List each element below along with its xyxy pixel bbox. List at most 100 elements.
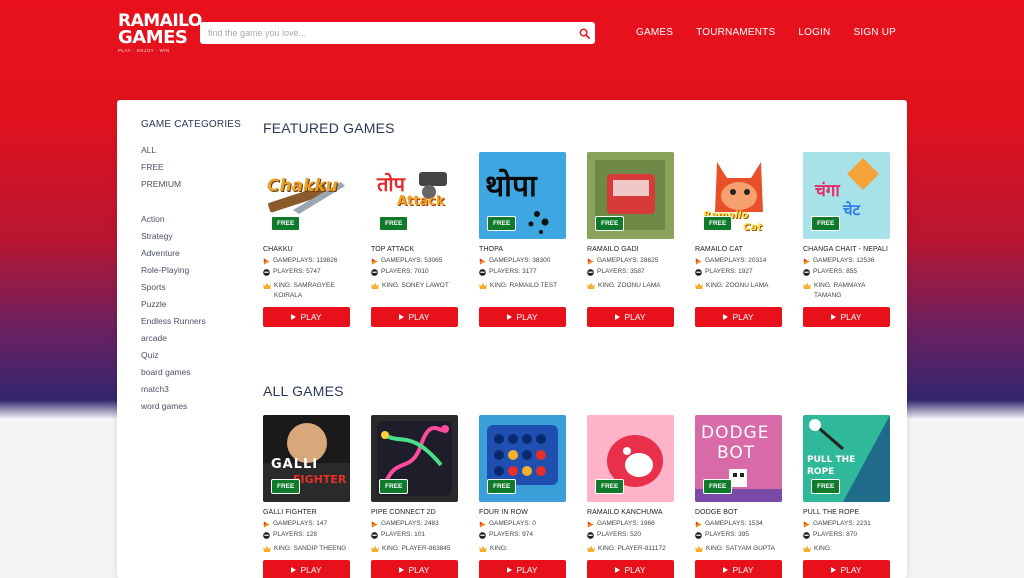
game-thumbnail[interactable]: चंगा चेट FREE [803,152,890,239]
sidebar-item-match3[interactable]: match3 [141,381,251,398]
game-thumbnail[interactable]: FREE [371,415,458,502]
all-games-title: ALL GAMES [263,383,344,399]
play-button[interactable]: PLAY [371,560,458,578]
game-name[interactable]: PULL THE ROPE [803,509,890,518]
play-button[interactable]: PLAY [803,307,890,327]
sidebar-item-word-games[interactable]: word games [141,398,251,415]
game-card[interactable]: FREE RAMAILO KANCHUWA GAMEPLAYS: 1966 PLAYE… [587,415,674,578]
nav-login[interactable]: LOGIN [798,27,830,38]
play-button[interactable]: PLAY [803,560,890,578]
game-thumbnail[interactable]: तोप Attack FREE [371,152,458,239]
game-card[interactable]: FREE RAMAILO GADI GAMEPLAYS: 28625 PLAYERS:… [587,152,674,327]
play-button[interactable]: PLAY [479,307,566,327]
sidebar-title: GAME CATEGORIES [141,119,242,130]
game-thumbnail[interactable]: RamailoCatFREE [695,152,782,239]
game-thumbnail[interactable]: थोपा FREE [479,152,566,239]
sidebar-item-all[interactable]: ALL [141,142,251,159]
nav-games[interactable]: GAMES [636,27,673,38]
game-card[interactable]: RamailoCatFREERAMAILO CATGAMEPLAYS: 2031… [695,152,782,327]
sidebar-item-free[interactable]: FREE [141,159,251,176]
player-icon [479,531,486,539]
play-count-icon [371,257,378,265]
play-icon [831,567,837,573]
play-label: PLAY [624,565,646,575]
nav-tournaments[interactable]: TOURNAMENTS [696,27,775,38]
gameplays-stat: GAMEPLAYS: 1966 [587,519,674,529]
crown-icon [263,546,271,552]
game-card[interactable]: तोप Attack FREE TOP ATTACK GAMEPLAYS: 53065 P… [371,152,458,327]
game-thumbnail[interactable]: DODGE BOT FREE [695,415,782,502]
crown-icon [803,283,811,289]
game-name[interactable]: TOP ATTACK [371,246,458,255]
game-thumbnail[interactable]: FREE [479,415,566,502]
play-button[interactable]: PLAY [695,307,782,327]
sidebar-item-quiz[interactable]: Quiz [141,347,251,364]
game-card[interactable]: FREE FOUR IN ROW GAMEPLAYS: 0 PLAYERS: 974 K… [479,415,566,578]
game-name[interactable]: PIPE CONNECT 2D [371,509,458,518]
sidebar-item-board-games[interactable]: board games [141,364,251,381]
main-nav: GAMES TOURNAMENTS LOGIN SIGN UP [636,27,896,38]
search-button[interactable] [573,22,595,44]
players-stat: PLAYERS: 128 [263,530,350,540]
site-logo[interactable]: RAMAILO GAMES PLAY · ENJOY · WIN [118,13,202,54]
sidebar-item-sports[interactable]: Sports [141,279,251,296]
players-stat: PLAYERS: 1927 [695,267,782,277]
game-card[interactable]: FREE PIPE CONNECT 2D GAMEPLAYS: 2483 PLAYER… [371,415,458,578]
play-button[interactable]: PLAY [371,307,458,327]
game-name[interactable]: RAMAILO CAT [695,246,782,255]
game-name[interactable]: RAMAILO GADI [587,246,674,255]
game-card[interactable]: PULL THE ROPE FREE PULL THE ROPE GAMEPLAYS: … [803,415,890,578]
game-card[interactable]: DODGE BOT FREE DODGE BOT GAMEPLAYS: 1534 PLAY… [695,415,782,578]
game-name[interactable]: CHANGA CHAIT - NEPALI [803,246,890,255]
play-button[interactable]: PLAY [587,307,674,327]
king-stat: KING: RAMAILO TEST [479,281,566,301]
play-button[interactable]: PLAY [587,560,674,578]
free-badge: FREE [595,479,625,494]
sidebar-item-role-playing[interactable]: Role-Playing [141,262,251,279]
game-card[interactable]: थोपा FREE THOPA GAMEPLAYS: 38300 PLAYERS: 31… [479,152,566,327]
free-badge: FREE [811,479,841,494]
nav-signup[interactable]: SIGN UP [853,27,896,38]
sidebar-item-strategy[interactable]: Strategy [141,228,251,245]
game-name[interactable]: CHAKKU [263,246,350,255]
play-button[interactable]: PLAY [479,560,566,578]
play-button[interactable]: PLAY [263,560,350,578]
sidebar-item-arcade[interactable]: arcade [141,330,251,347]
game-thumbnail[interactable]: Chakku FREE [263,152,350,239]
players-text: PLAYERS: 128 [273,531,317,538]
player-icon [587,268,594,276]
logo-line2: GAMES [118,27,188,48]
crown-icon [803,546,811,552]
game-name[interactable]: RAMAILO KANCHUWA [587,509,674,518]
king-stat: KING: SONEY LAWOT [371,281,458,301]
game-card[interactable]: Chakku FREE CHAKKU GAMEPLAYS: 119826 PLAYERS… [263,152,350,327]
sidebar-item-puzzle[interactable]: Puzzle [141,296,251,313]
sidebar-item-endless-runners[interactable]: Endless Runners [141,313,251,330]
play-button[interactable]: PLAY [695,560,782,578]
sidebar-item-adventure[interactable]: Adventure [141,245,251,262]
game-name[interactable]: GALLI FIGHTER [263,509,350,518]
sidebar-item-premium[interactable]: PREMIUM [141,176,251,193]
game-thumbnail[interactable]: FREE [587,415,674,502]
game-thumbnail[interactable]: FREE [587,152,674,239]
search-input[interactable] [200,22,572,44]
player-icon [695,531,702,539]
crown-icon [371,546,379,552]
game-name[interactable]: FOUR IN ROW [479,509,566,518]
play-button[interactable]: PLAY [263,307,350,327]
players-text: PLAYERS: 520 [597,531,641,538]
gameplays-text: GAMEPLAYS: 1534 [705,520,763,527]
game-name[interactable]: DODGE BOT [695,509,782,518]
play-count-icon [371,520,378,528]
gameplays-text: GAMEPLAYS: 38300 [489,257,551,264]
players-text: PLAYERS: 395 [705,531,749,538]
players-stat: PLAYERS: 395 [695,530,782,540]
sidebar-item-action[interactable]: Action [141,211,251,228]
game-card[interactable]: चंगा चेट FREE CHANGA CHAIT - NEPALI GAMEPLAY… [803,152,890,327]
game-thumbnail[interactable]: GALLI FIGHTER FREE [263,415,350,502]
game-name[interactable]: THOPA [479,246,566,255]
game-card[interactable]: GALLI FIGHTER FREE GALLI FIGHTER GAMEPLAYS: … [263,415,350,578]
game-thumbnail[interactable]: PULL THE ROPE FREE [803,415,890,502]
play-count-icon [695,257,702,265]
play-count-icon [587,257,594,265]
